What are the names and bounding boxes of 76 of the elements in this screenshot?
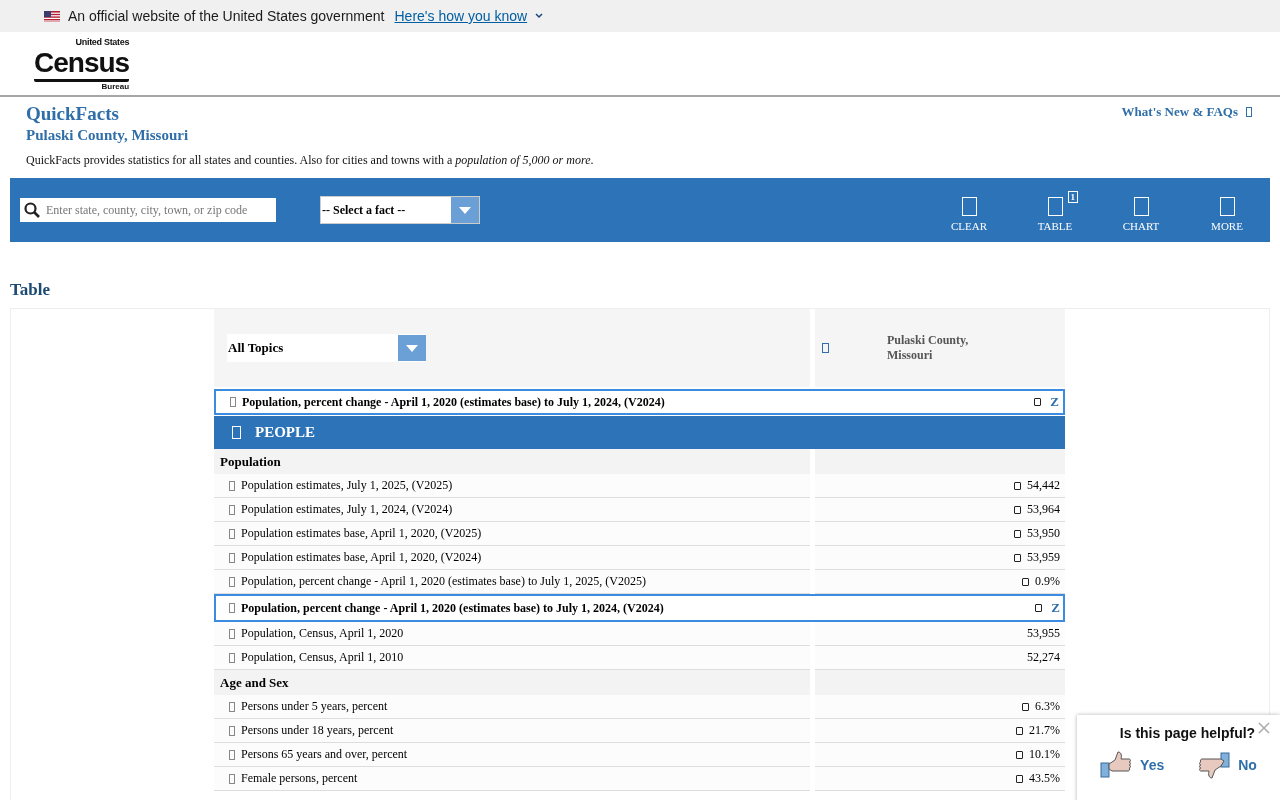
missing-glyph-icon [229,603,235,613]
fact-label: Population estimates, July 1, 2024, (V2024) [241,502,453,517]
description-text: QuickFacts provides statistics for all states and counties. Also for cities and towns with a population of 5,000 or more. [26,153,595,168]
fact-label: Population, percent change - April 1, 2020 (estimates base) to July 1, 2024, (V2024) [241,600,664,616]
missing-glyph-icon [229,749,235,760]
fact-value: 6.3% [1035,699,1060,714]
fact-value: 10.1% [1029,747,1060,762]
fact-value: 54,442 [1027,478,1060,493]
chevron-icon[interactable] [535,13,544,19]
caret-icon [406,344,418,352]
page-title: QuickFacts [26,103,120,125]
fact-label: Persons under 18 years, percent [241,723,394,738]
fact-label: Population, Census, April 1, 2020 [241,626,404,641]
toolbar-action[interactable]: CLEAR [926,188,1012,232]
fact-value: 21.7% [1029,723,1060,738]
fact-value: 0.9% [1035,574,1060,589]
column-header: Pulaski County, Missouri [887,333,970,363]
location-subtitle: Pulaski County, Missouri [26,126,189,145]
fact-label: Population estimates base, April 1, 2020, (V2025) [241,526,482,541]
missing-glyph-icon [229,652,235,663]
flag-icon [44,10,60,22]
gov-banner-text: An official website of the United States government [68,8,385,24]
section-title: Table [10,280,51,300]
group-header[interactable]: PEOPLE [214,416,1065,449]
missing-glyph-icon [1246,107,1252,117]
fact-value: Z [1050,600,1060,616]
missing-glyph-icon [229,773,235,784]
thumbs-up-icon [1100,751,1133,779]
feedback-question: Is this page helpful? [1119,725,1256,741]
fact-value: 43.5% [1029,771,1060,786]
fact-label: Population estimates, July 1, 2025, (V2025) [241,478,453,493]
missing-glyph-icon [229,480,235,491]
fact-label: Female persons, percent [241,771,358,786]
fact-label: Population, percent change - April 1, 2020 (estimates base) to July 1, 2025, (V2025) [241,574,646,589]
missing-glyph-icon [229,628,235,639]
whats-new-link[interactable]: What's New & FAQs [1121,104,1238,120]
fact-value: 53,955 [1027,626,1060,641]
toolbar-action[interactable]: MORE [1184,188,1270,232]
pinned-row[interactable]: Population, percent change - April 1, 2020 (estimates base) to July 1, 2024, (V2024) Z [214,389,1065,415]
fact-label: Persons under 5 years, percent [241,699,388,714]
thumbs-down-icon [1198,751,1231,779]
fact-label: Population estimates base, April 1, 2020, (V2024) [241,550,482,565]
toolbar-action[interactable]: 1 TABLE [1012,188,1098,232]
fact-value: 52,274 [1027,650,1060,665]
section-header: Age and Sex [214,670,810,695]
yes-button[interactable]: Yes [1100,751,1165,779]
caret-icon [459,206,471,214]
topic-select[interactable]: All Topics [227,334,426,362]
missing-glyph-icon [229,504,235,515]
fact-value: Z [1049,394,1059,410]
no-button[interactable]: No [1198,751,1257,779]
fact-value: 53,959 [1027,550,1060,565]
section-header: Population [214,449,810,474]
group-title: PEOPLE [255,424,315,441]
fact-row[interactable]: Population, percent change - April 1, 2020 (estimates base) to July 1, 2024, (V2024) Z [214,594,1065,622]
missing-glyph-icon [229,576,235,587]
missing-glyph-icon [230,397,236,407]
count-badge: 1 [1067,190,1078,203]
fact-label: Population, percent change - April 1, 2020 (estimates base) to July 1, 2024, (V2024) [242,394,666,410]
how-you-know-link[interactable]: Here's how you know [394,8,528,24]
missing-glyph-icon [229,701,235,712]
fact-label: Persons 65 years and over, percent [241,747,408,762]
fact-value: 53,964 [1027,502,1060,517]
census-logo[interactable]: United States Census Bureau [30,34,134,93]
missing-glyph-icon [232,426,241,439]
toolbar-action[interactable]: CHART [1098,188,1184,232]
fact-select[interactable]: -- Select a fact -- [320,196,480,224]
fact-value: 53,950 [1027,526,1060,541]
missing-glyph-icon [229,725,235,736]
missing-glyph-icon [229,528,235,539]
missing-glyph-icon [229,552,235,563]
missing-glyph-icon [822,343,829,353]
search-icon [24,202,40,218]
search-field[interactable]: Enter state, county, city, town, or zip code [20,198,276,222]
fact-label: Population, Census, April 1, 2010 [241,650,404,665]
missing-glyph-icon [1034,398,1041,406]
